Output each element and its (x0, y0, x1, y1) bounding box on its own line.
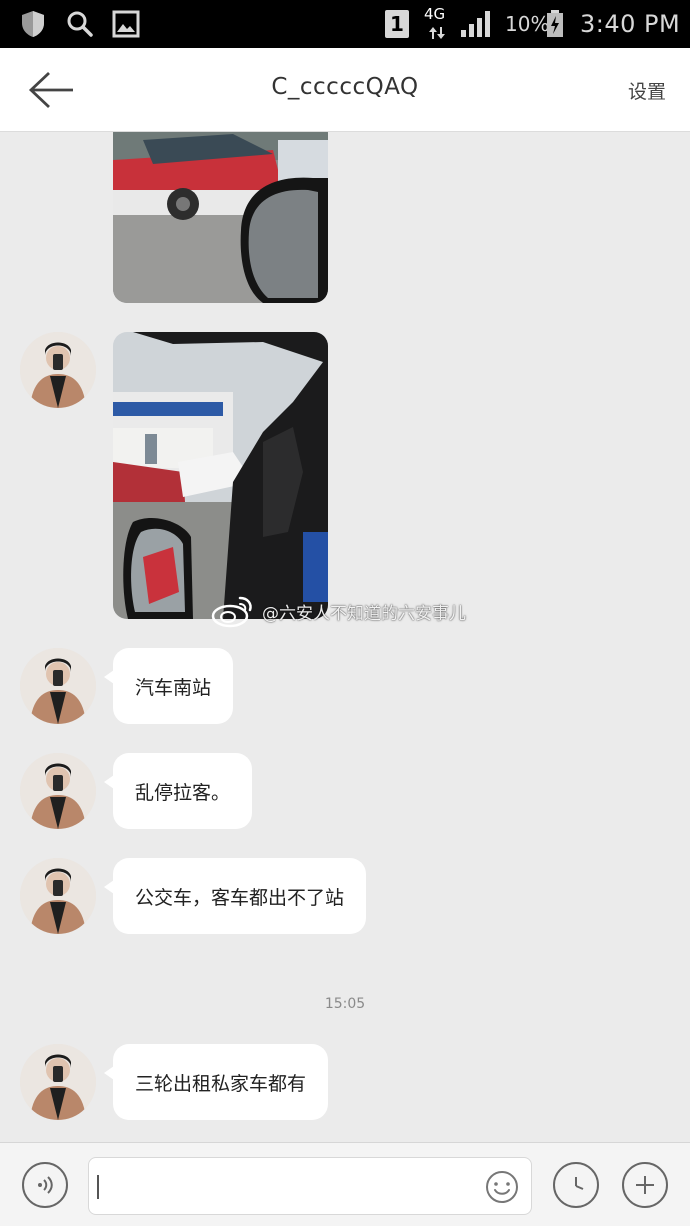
sim-slot-icon: 1 (385, 10, 409, 38)
sim-slot-label: 1 (385, 10, 409, 38)
avatar-image (20, 332, 96, 408)
chat-header: C_cccccQAQ 设置 (0, 48, 690, 132)
emoji-icon[interactable] (485, 1170, 519, 1204)
data-arrows-icon (428, 26, 446, 40)
message-image[interactable] (113, 132, 328, 303)
photo-taxi-mirror (113, 132, 328, 303)
settings-button[interactable]: 设置 (628, 77, 666, 104)
avatar[interactable] (20, 332, 96, 408)
voice-button[interactable] (22, 1162, 68, 1208)
clock: 3:40 PM (580, 10, 681, 38)
avatar[interactable] (20, 858, 96, 934)
avatar[interactable] (20, 648, 96, 724)
status-bar: 1 4G 10% 3:40 PM (0, 0, 690, 48)
text-caret (97, 1175, 99, 1199)
message-input[interactable] (88, 1157, 532, 1215)
conversation-title: C_cccccQAQ (271, 74, 419, 100)
battery-icon (546, 10, 564, 38)
avatar-image (20, 1044, 96, 1120)
message-image[interactable] (113, 332, 328, 619)
shield-icon (20, 10, 46, 38)
message-bubble[interactable]: 三轮出租私家车都有 (103, 1044, 329, 1120)
message-list[interactable]: 汽车南站 乱停拉客。 公交车，客车都出不了站 15:05 三轮出租私家车都有 @… (0, 132, 690, 1142)
network-type: 4G (424, 5, 446, 23)
watermark: @六安人不知道的六安事儿 (210, 594, 466, 628)
signal-icon (460, 10, 492, 38)
plus-icon[interactable] (632, 1172, 658, 1198)
more-button[interactable] (622, 1162, 668, 1208)
photo-car-window (113, 332, 328, 619)
battery-percent: 10% (505, 12, 550, 36)
input-bar (0, 1142, 690, 1226)
clock-icon[interactable] (563, 1172, 589, 1198)
avatar[interactable] (20, 753, 96, 829)
avatar[interactable] (20, 1044, 96, 1120)
avatar-image (20, 858, 96, 934)
message-bubble[interactable]: 汽车南站 (103, 648, 234, 724)
avatar-image (20, 648, 96, 724)
history-button[interactable] (553, 1162, 599, 1208)
voice-icon[interactable] (32, 1172, 58, 1198)
watermark-text: @六安人不知道的六安事儿 (262, 603, 466, 624)
message-bubble[interactable]: 公交车，客车都出不了站 (103, 858, 367, 934)
weibo-icon (211, 596, 252, 628)
message-timestamp: 15:05 (324, 996, 366, 1012)
message-bubble[interactable]: 乱停拉客。 (103, 753, 253, 829)
emoji-button[interactable] (485, 1170, 519, 1204)
image-icon (112, 10, 140, 38)
avatar-image (20, 753, 96, 829)
search-icon (66, 10, 94, 38)
